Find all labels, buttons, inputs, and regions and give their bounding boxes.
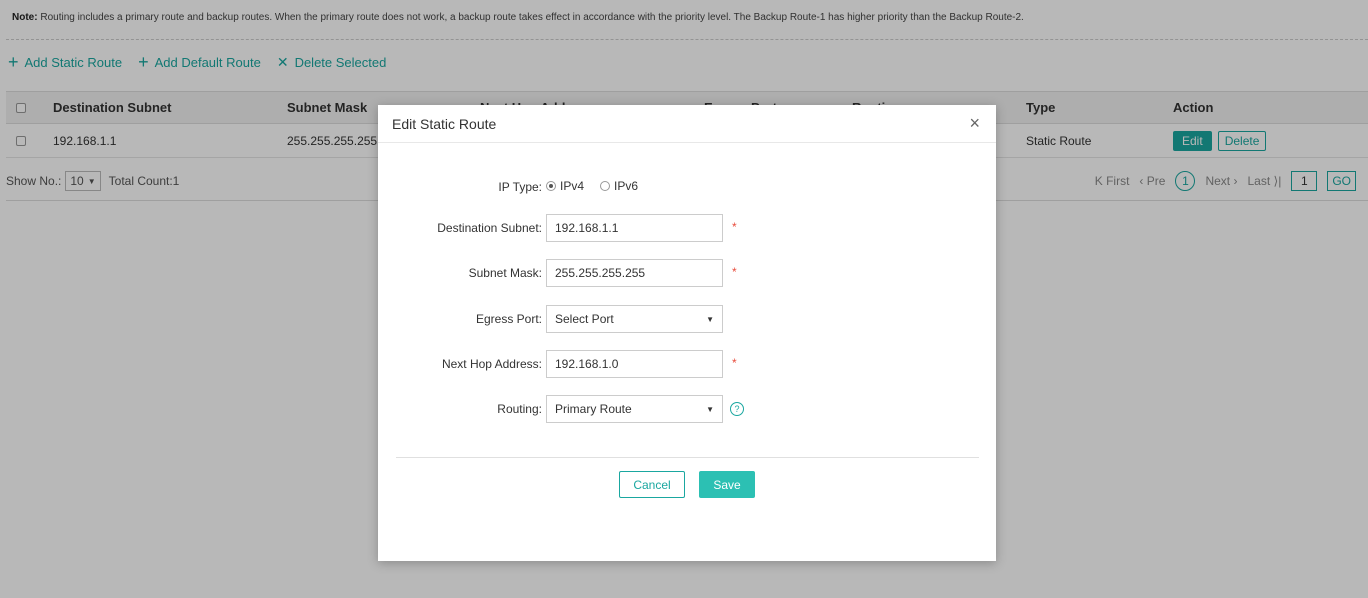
subnet-mask-field[interactable] — [546, 259, 723, 287]
dialog-title: Edit Static Route — [392, 116, 497, 132]
routing-row: Routing: Primary Route ▼ ? — [378, 395, 996, 423]
next-hop-row: Next Hop Address: * — [378, 350, 996, 378]
help-icon[interactable]: ? — [730, 402, 744, 416]
dialog-divider — [396, 457, 979, 458]
egress-port-row: Egress Port: Select Port ▼ — [378, 305, 996, 333]
next-hop-label: Next Hop Address: — [441, 357, 542, 371]
cancel-button[interactable]: Cancel — [619, 471, 685, 498]
egress-port-select[interactable]: Select Port ▼ — [546, 305, 723, 333]
radio-unchecked-icon — [600, 181, 611, 191]
ip-type-label: IP Type: — [498, 180, 542, 194]
close-icon[interactable]: × — [969, 113, 980, 134]
caret-down-icon: ▼ — [706, 314, 714, 324]
caret-down-icon: ▼ — [706, 404, 714, 414]
ip-type-row: IP Type: IPv4 IPv6 — [378, 173, 996, 201]
routing-select[interactable]: Primary Route ▼ — [546, 395, 723, 423]
routing-value: Primary Route — [555, 402, 632, 416]
radio-checked-icon — [546, 181, 556, 191]
required-mark: * — [732, 356, 737, 370]
next-hop-field[interactable] — [546, 350, 723, 378]
destination-subnet-field[interactable] — [546, 214, 723, 242]
required-mark: * — [732, 220, 737, 234]
save-button[interactable]: Save — [699, 471, 755, 498]
egress-port-value: Select Port — [555, 312, 614, 326]
edit-static-route-dialog: Edit Static Route × IP Type: IPv4 IPv6 D… — [378, 105, 996, 561]
dialog-header: Edit Static Route × — [378, 105, 996, 143]
destination-subnet-row: Destination Subnet: * — [378, 214, 996, 242]
ipv6-radio[interactable]: IPv6 — [600, 179, 638, 193]
subnet-mask-row: Subnet Mask: * — [378, 259, 996, 287]
routing-label: Routing: — [497, 402, 542, 416]
subnet-mask-label: Subnet Mask: — [468, 266, 542, 280]
destination-subnet-label: Destination Subnet: — [437, 221, 542, 235]
ipv4-label: IPv4 — [560, 179, 585, 193]
required-mark: * — [732, 265, 737, 279]
ipv6-label: IPv6 — [614, 179, 639, 193]
ipv4-radio[interactable]: IPv4 — [546, 179, 584, 193]
egress-port-label: Egress Port: — [475, 312, 542, 326]
